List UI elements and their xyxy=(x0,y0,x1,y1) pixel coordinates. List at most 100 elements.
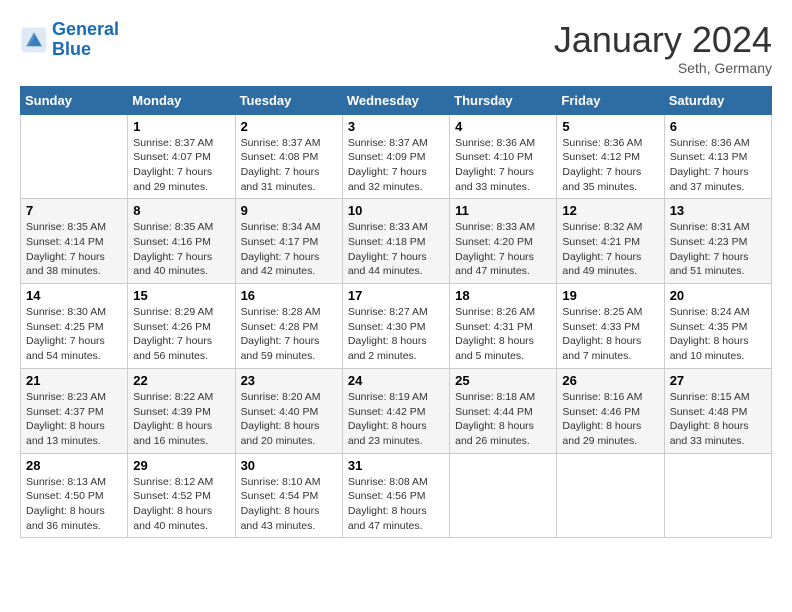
day-number: 13 xyxy=(670,203,766,218)
day-number: 22 xyxy=(133,373,229,388)
day-header-saturday: Saturday xyxy=(664,86,771,114)
calendar-cell: 2Sunrise: 8:37 AMSunset: 4:08 PMDaylight… xyxy=(235,114,342,199)
calendar-cell: 29 Sunrise: 8:12 AMSunset: 4:52 PMDayligh… xyxy=(128,453,235,538)
calendar-cell: 13 Sunrise: 8:31 AMSunset: 4:23 PMDayligh… xyxy=(664,199,771,284)
calendar-cell: 21 Sunrise: 8:23 AMSunset: 4:37 PMDayligh… xyxy=(21,368,128,453)
day-number: 14 xyxy=(26,288,122,303)
calendar-cell: 25 Sunrise: 8:18 AMSunset: 4:44 PMDayligh… xyxy=(450,368,557,453)
day-number: 30 xyxy=(241,458,337,473)
calendar-cell: 23 Sunrise: 8:20 AMSunset: 4:40 PMDayligh… xyxy=(235,368,342,453)
day-number: 29 xyxy=(133,458,229,473)
day-number: 3 xyxy=(348,119,444,134)
logo-text: General Blue xyxy=(52,20,119,60)
calendar-cell xyxy=(664,453,771,538)
calendar-cell: 15 Sunrise: 8:29 AMSunset: 4:26 PMDayligh… xyxy=(128,284,235,369)
day-info: Sunrise: 8:19 AMSunset: 4:42 PMDaylight:… xyxy=(348,390,444,449)
week-row-3: 21 Sunrise: 8:23 AMSunset: 4:37 PMDayligh… xyxy=(21,368,772,453)
calendar-cell: 19Sunrise: 8:25 AMSunset: 4:33 PMDayligh… xyxy=(557,284,664,369)
day-info: Sunrise: 8:29 AMSunset: 4:26 PMDaylight:… xyxy=(133,305,229,364)
day-info: Sunrise: 8:34 AMSunset: 4:17 PMDaylight:… xyxy=(241,220,337,279)
day-info: Sunrise: 8:13 AMSunset: 4:50 PMDaylight:… xyxy=(26,475,122,534)
day-header-thursday: Thursday xyxy=(450,86,557,114)
day-number: 25 xyxy=(455,373,551,388)
day-info: Sunrise: 8:23 AMSunset: 4:37 PMDaylight:… xyxy=(26,390,122,449)
day-number: 28 xyxy=(26,458,122,473)
week-row-1: 7Sunrise: 8:35 AMSunset: 4:14 PMDaylight… xyxy=(21,199,772,284)
day-info: Sunrise: 8:10 AMSunset: 4:54 PMDaylight:… xyxy=(241,475,337,534)
calendar-cell: 4 Sunrise: 8:36 AMSunset: 4:10 PMDaylight… xyxy=(450,114,557,199)
day-number: 23 xyxy=(241,373,337,388)
day-info: Sunrise: 8:36 AMSunset: 4:13 PMDaylight:… xyxy=(670,136,766,195)
day-number: 31 xyxy=(348,458,444,473)
calendar-cell: 18 Sunrise: 8:26 AMSunset: 4:31 PMDayligh… xyxy=(450,284,557,369)
page: General Blue January 2024 Seth, Germany … xyxy=(0,0,792,612)
day-info: Sunrise: 8:26 AMSunset: 4:31 PMDaylight:… xyxy=(455,305,551,364)
month-title: January 2024 xyxy=(554,20,772,60)
calendar-cell: 11 Sunrise: 8:33 AMSunset: 4:20 PMDayligh… xyxy=(450,199,557,284)
day-number: 12 xyxy=(562,203,658,218)
logo-line2: Blue xyxy=(52,39,91,59)
day-info: Sunrise: 8:37 AMSunset: 4:07 PMDaylight:… xyxy=(133,136,229,195)
day-number: 4 xyxy=(455,119,551,134)
calendar-cell: 10Sunrise: 8:33 AMSunset: 4:18 PMDayligh… xyxy=(342,199,449,284)
day-info: Sunrise: 8:18 AMSunset: 4:44 PMDaylight:… xyxy=(455,390,551,449)
day-number: 27 xyxy=(670,373,766,388)
day-info: Sunrise: 8:24 AMSunset: 4:35 PMDaylight:… xyxy=(670,305,766,364)
day-number: 6 xyxy=(670,119,766,134)
header: General Blue January 2024 Seth, Germany xyxy=(20,20,772,76)
day-number: 2 xyxy=(241,119,337,134)
location: Seth, Germany xyxy=(554,60,772,76)
calendar-cell: 31 Sunrise: 8:08 AMSunset: 4:56 PMDayligh… xyxy=(342,453,449,538)
calendar-cell: 5 Sunrise: 8:36 AMSunset: 4:12 PMDaylight… xyxy=(557,114,664,199)
calendar-cell: 24 Sunrise: 8:19 AMSunset: 4:42 PMDayligh… xyxy=(342,368,449,453)
day-number: 26 xyxy=(562,373,658,388)
day-header-friday: Friday xyxy=(557,86,664,114)
day-info: Sunrise: 8:33 AMSunset: 4:20 PMDaylight:… xyxy=(455,220,551,279)
day-info: Sunrise: 8:12 AMSunset: 4:52 PMDaylight:… xyxy=(133,475,229,534)
day-number: 24 xyxy=(348,373,444,388)
title-block: January 2024 Seth, Germany xyxy=(554,20,772,76)
week-row-4: 28 Sunrise: 8:13 AMSunset: 4:50 PMDayligh… xyxy=(21,453,772,538)
calendar-cell: 1Sunrise: 8:37 AMSunset: 4:07 PMDaylight… xyxy=(128,114,235,199)
day-number: 18 xyxy=(455,288,551,303)
day-number: 10 xyxy=(348,203,444,218)
day-number: 8 xyxy=(133,203,229,218)
day-info: Sunrise: 8:08 AMSunset: 4:56 PMDaylight:… xyxy=(348,475,444,534)
day-header-tuesday: Tuesday xyxy=(235,86,342,114)
calendar-cell: 28 Sunrise: 8:13 AMSunset: 4:50 PMDayligh… xyxy=(21,453,128,538)
day-info: Sunrise: 8:32 AMSunset: 4:21 PMDaylight:… xyxy=(562,220,658,279)
calendar-cell: 9 Sunrise: 8:34 AMSunset: 4:17 PMDaylight… xyxy=(235,199,342,284)
day-info: Sunrise: 8:15 AMSunset: 4:48 PMDaylight:… xyxy=(670,390,766,449)
day-info: Sunrise: 8:25 AMSunset: 4:33 PMDaylight:… xyxy=(562,305,658,364)
calendar-cell: 7Sunrise: 8:35 AMSunset: 4:14 PMDaylight… xyxy=(21,199,128,284)
day-info: Sunrise: 8:36 AMSunset: 4:12 PMDaylight:… xyxy=(562,136,658,195)
calendar-cell xyxy=(557,453,664,538)
week-row-0: 1Sunrise: 8:37 AMSunset: 4:07 PMDaylight… xyxy=(21,114,772,199)
header-row: SundayMondayTuesdayWednesdayThursdayFrid… xyxy=(21,86,772,114)
calendar-cell: 8 Sunrise: 8:35 AMSunset: 4:16 PMDaylight… xyxy=(128,199,235,284)
day-info: Sunrise: 8:35 AMSunset: 4:16 PMDaylight:… xyxy=(133,220,229,279)
day-number: 21 xyxy=(26,373,122,388)
day-info: Sunrise: 8:36 AMSunset: 4:10 PMDaylight:… xyxy=(455,136,551,195)
day-header-wednesday: Wednesday xyxy=(342,86,449,114)
day-info: Sunrise: 8:35 AMSunset: 4:14 PMDaylight:… xyxy=(26,220,122,279)
calendar-cell: 27 Sunrise: 8:15 AMSunset: 4:48 PMDayligh… xyxy=(664,368,771,453)
day-number: 11 xyxy=(455,203,551,218)
logo: General Blue xyxy=(20,20,119,60)
day-number: 15 xyxy=(133,288,229,303)
day-number: 5 xyxy=(562,119,658,134)
day-info: Sunrise: 8:28 AMSunset: 4:28 PMDaylight:… xyxy=(241,305,337,364)
day-number: 9 xyxy=(241,203,337,218)
day-info: Sunrise: 8:20 AMSunset: 4:40 PMDaylight:… xyxy=(241,390,337,449)
calendar-table: SundayMondayTuesdayWednesdayThursdayFrid… xyxy=(20,86,772,539)
calendar-cell: 6 Sunrise: 8:36 AMSunset: 4:13 PMDaylight… xyxy=(664,114,771,199)
day-info: Sunrise: 8:31 AMSunset: 4:23 PMDaylight:… xyxy=(670,220,766,279)
day-number: 20 xyxy=(670,288,766,303)
calendar-cell xyxy=(21,114,128,199)
calendar-cell xyxy=(450,453,557,538)
day-info: Sunrise: 8:37 AMSunset: 4:09 PMDaylight:… xyxy=(348,136,444,195)
calendar-cell: 20 Sunrise: 8:24 AMSunset: 4:35 PMDayligh… xyxy=(664,284,771,369)
calendar-cell: 12 Sunrise: 8:32 AMSunset: 4:21 PMDayligh… xyxy=(557,199,664,284)
logo-line1: General xyxy=(52,19,119,39)
calendar-cell: 16Sunrise: 8:28 AMSunset: 4:28 PMDayligh… xyxy=(235,284,342,369)
